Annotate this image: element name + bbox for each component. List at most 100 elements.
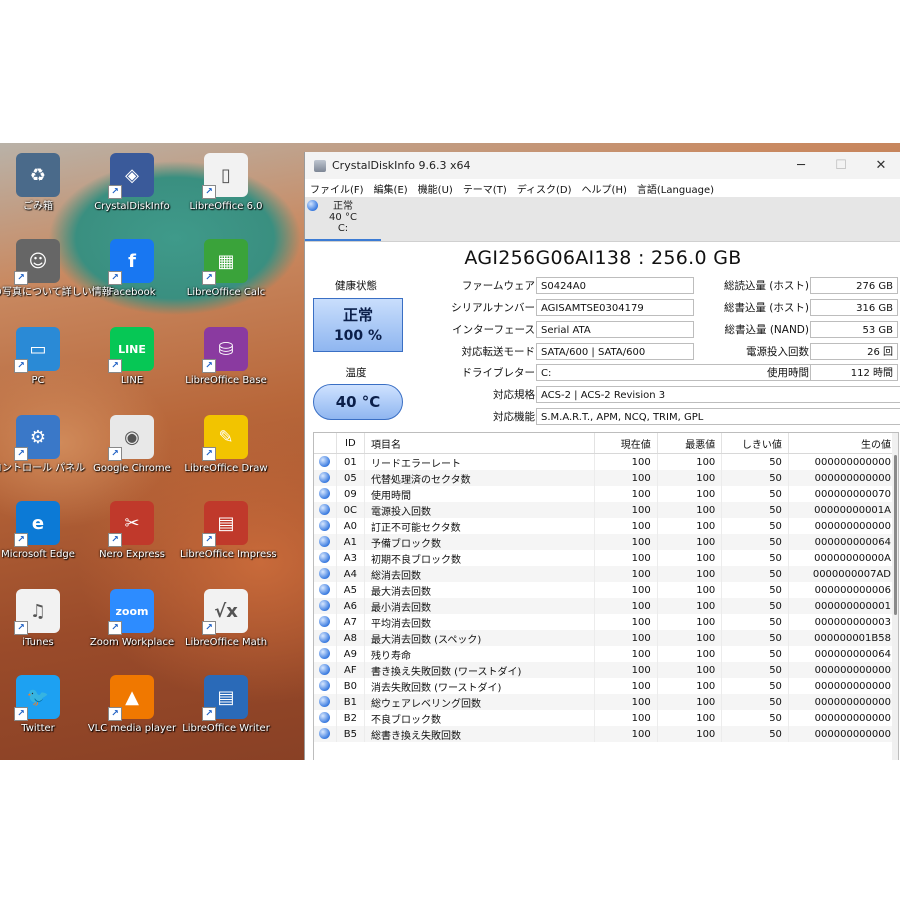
smart-attribute: リードエラーレート	[364, 453, 596, 470]
desktop-shortcut[interactable]: 🐦 ↗ Twitter	[0, 675, 84, 735]
desktop-shortcut[interactable]: ☺ ↗ の写真について詳しい情報	[0, 239, 112, 299]
smart-row[interactable]: 05 代替処理済のセクタ数 100 100 50 000000000000	[314, 470, 898, 486]
menu-help[interactable]: ヘルプ(H)	[582, 181, 627, 196]
desktop-shortcut[interactable]: ▭ ↗ PC	[0, 327, 84, 387]
desktop-shortcut[interactable]: ⚙ ↗ コントロール パネル	[0, 415, 86, 475]
menu-theme[interactable]: テーマ(T)	[463, 181, 507, 196]
header-attribute[interactable]: 項目名	[364, 433, 596, 454]
desktop-shortcut[interactable]: LINE ↗ LINE	[86, 327, 178, 387]
smart-current: 100	[594, 598, 658, 614]
smart-row[interactable]: 0C 電源投入回数 100 100 50 00000000001A	[314, 502, 898, 518]
shortcut-arrow-icon: ↗	[202, 271, 216, 285]
desktop-shortcut[interactable]: ▤ ↗ LibreOffice Impress	[180, 501, 277, 561]
desktop-shortcut[interactable]: ✂ ↗ Nero Express	[86, 501, 178, 561]
desktop-shortcut-label: Twitter	[21, 723, 55, 734]
smart-worst: 100	[657, 710, 723, 726]
health-status-button[interactable]: 正常 100 %	[313, 298, 403, 352]
vlc-icon: ▲ ↗	[108, 675, 154, 721]
desktop-shortcut[interactable]: ◈ ↗ CrystalDiskInfo	[86, 153, 178, 213]
desktop-shortcut[interactable]: e ↗ Microsoft Edge	[0, 501, 84, 561]
maximize-button[interactable]: ☐	[821, 158, 861, 173]
smart-row[interactable]: B2 不良ブロック数 100 100 50 000000000000	[314, 710, 898, 726]
smart-current: 100	[594, 710, 658, 726]
smart-id: A3	[336, 550, 365, 566]
header-id[interactable]: ID	[336, 433, 365, 454]
smart-current: 100	[594, 614, 658, 630]
minimize-button[interactable]: ─	[781, 158, 821, 173]
smart-row[interactable]: B5 総書き換え失敗回数 100 100 50 000000000000	[314, 726, 898, 742]
header-threshold[interactable]: しきい値	[721, 433, 789, 454]
menu-edit[interactable]: 編集(E)	[374, 181, 408, 196]
desktop-shortcut[interactable]: ◉ ↗ Google Chrome	[86, 415, 178, 475]
smart-row[interactable]: 09 使用時間 100 100 50 000000000070	[314, 486, 898, 502]
app-icon	[314, 159, 326, 172]
desktop-shortcut-label: コントロール パネル	[0, 463, 86, 474]
smart-row[interactable]: A4 総消去回数 100 100 50 0000000007AD	[314, 566, 898, 582]
desktop-shortcut[interactable]: √x ↗ LibreOffice Math	[180, 589, 272, 649]
desktop-shortcut[interactable]: zoom ↗ Zoom Workplace	[86, 589, 178, 649]
smart-id: A7	[336, 614, 365, 630]
smart-id: B2	[336, 710, 365, 726]
menu-disk[interactable]: ディスク(D)	[517, 181, 572, 196]
smart-worst: 100	[657, 726, 723, 742]
smart-status-cell	[314, 582, 337, 598]
menu-language[interactable]: 言語(Language)	[637, 181, 714, 196]
temperature-button[interactable]: 40 °C	[313, 384, 403, 420]
desktop-shortcut[interactable]: f ↗ Facebook	[86, 239, 178, 299]
header-status[interactable]	[314, 433, 337, 454]
desktop-shortcut[interactable]: ♫ ↗ iTunes	[0, 589, 84, 649]
drive-tab-c[interactable]: 正常 40 °C C:	[305, 197, 381, 241]
smart-row[interactable]: A8 最大消去回数 (スペック) 100 100 50 000000001B58	[314, 630, 898, 646]
desktop-shortcut[interactable]: ▯ ↗ LibreOffice 6.0	[180, 153, 272, 213]
smart-status-cell	[314, 486, 337, 502]
smart-current: 100	[594, 582, 658, 598]
desktop-shortcut[interactable]: ✎ ↗ LibreOffice Draw	[180, 415, 272, 475]
smart-row[interactable]: A5 最大消去回数 100 100 50 000000000006	[314, 582, 898, 598]
smart-row[interactable]: AF 書き換え失敗回数 (ワーストダイ) 100 100 50 000000000000	[314, 662, 898, 678]
smart-attribute: 代替処理済のセクタ数	[364, 470, 596, 486]
desktop-shortcut[interactable]: ▲ ↗ VLC media player	[86, 675, 178, 735]
status-dot-icon	[307, 200, 318, 211]
vertical-scrollbar[interactable]	[892, 433, 898, 760]
smart-worst: 100	[657, 566, 723, 582]
smart-attribute: 総ウェアレベリング回数	[364, 694, 596, 710]
smart-worst: 100	[657, 598, 723, 614]
smart-row[interactable]: A9 残り寿命 100 100 50 000000000064	[314, 646, 898, 662]
desktop-shortcut[interactable]: ♻ ごみ箱	[0, 153, 84, 213]
desktop-shortcut-label: LibreOffice Draw	[184, 463, 268, 474]
smart-header-row: ID 項目名 現在値 最悪値 しきい値 生の値	[314, 433, 898, 454]
smart-id: A4	[336, 566, 365, 582]
crystaldiskinfo-icon: ◈ ↗	[108, 153, 154, 199]
desktop-shortcut[interactable]: ▤ ↗ LibreOffice Writer	[180, 675, 272, 735]
status-dot-icon	[319, 504, 331, 516]
shortcut-arrow-icon: ↗	[108, 185, 122, 199]
smart-row[interactable]: A1 予備ブロック数 100 100 50 000000000064	[314, 534, 898, 550]
header-raw[interactable]: 生の値	[788, 433, 898, 454]
smart-row[interactable]: A3 初期不良ブロック数 100 100 50 00000000000A	[314, 550, 898, 566]
serial-label: シリアルナンバー	[451, 302, 535, 314]
status-dot-icon	[319, 472, 331, 484]
host-reads-label: 総読込量 (ホスト)	[723, 280, 809, 292]
smart-row[interactable]: A0 訂正不可能セクタ数 100 100 50 000000000000	[314, 518, 898, 534]
close-button[interactable]: ✕	[861, 158, 900, 173]
header-current[interactable]: 現在値	[594, 433, 658, 454]
transfer-mode-value: SATA/600 | SATA/600	[536, 343, 694, 360]
menu-file[interactable]: ファイル(F)	[310, 181, 364, 196]
menu-function[interactable]: 機能(U)	[418, 181, 453, 196]
smart-row[interactable]: A7 平均消去回数 100 100 50 000000000003	[314, 614, 898, 630]
smart-row[interactable]: B0 消去失敗回数 (ワーストダイ) 100 100 50 000000000000	[314, 678, 898, 694]
smart-attribute: 最大消去回数 (スペック)	[364, 630, 596, 646]
desktop-shortcut[interactable]: ⛁ ↗ LibreOffice Base	[180, 327, 272, 387]
smart-row[interactable]: A6 最小消去回数 100 100 50 000000000001	[314, 598, 898, 614]
smart-worst: 100	[657, 630, 723, 646]
standard-label: 対応規格	[493, 389, 535, 401]
smart-attribute: 予備ブロック数	[364, 534, 596, 550]
smart-threshold: 50	[721, 566, 789, 582]
smart-row[interactable]: B1 総ウェアレベリング回数 100 100 50 000000000000	[314, 694, 898, 710]
smart-row[interactable]: 01 リードエラーレート 100 100 50 000000000000	[314, 453, 898, 470]
desktop-shortcut[interactable]: ▦ ↗ LibreOffice Calc	[180, 239, 272, 299]
smart-raw: 000000000000	[788, 694, 898, 710]
scrollbar-thumb[interactable]	[894, 455, 897, 615]
desktop-shortcut-label: ごみ箱	[23, 201, 53, 212]
header-worst[interactable]: 最悪値	[657, 433, 723, 454]
